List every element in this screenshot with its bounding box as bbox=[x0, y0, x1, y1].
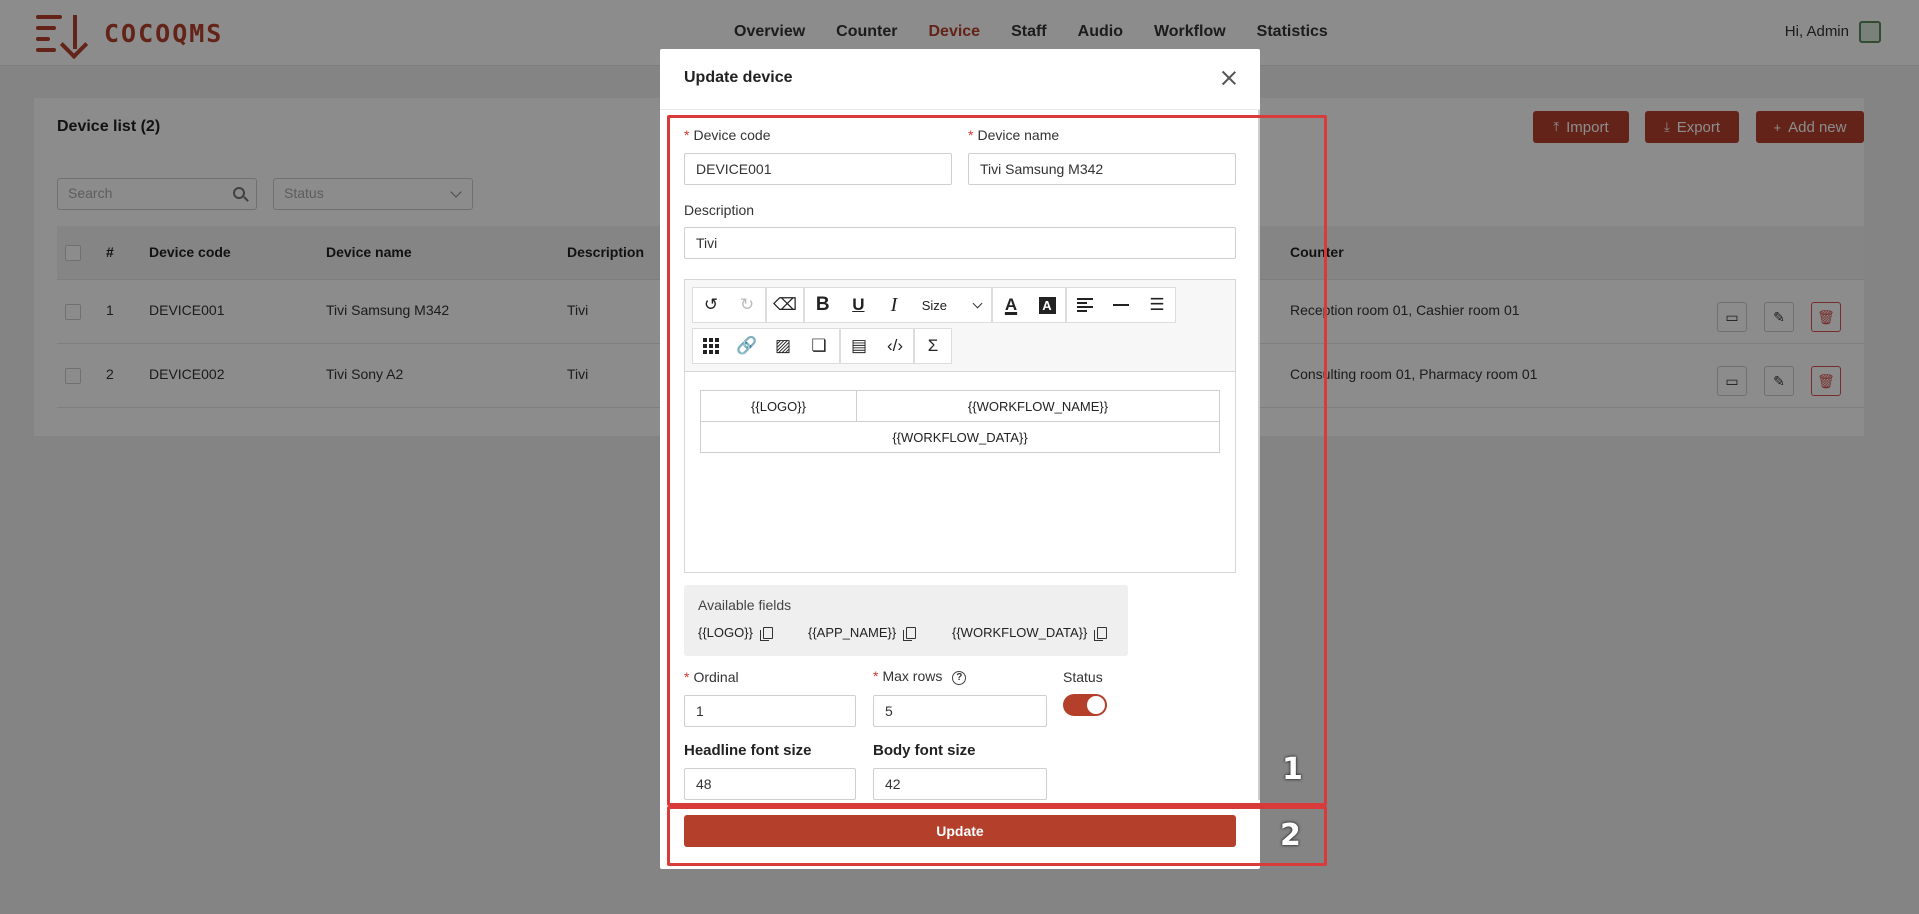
annotation-box-2 bbox=[667, 806, 1327, 866]
annotation-label-2: 2 bbox=[1280, 818, 1301, 853]
modal-header: Update device bbox=[660, 49, 1260, 110]
annotation-box-1 bbox=[667, 115, 1327, 806]
modal-title: Update device bbox=[684, 69, 793, 86]
close-icon[interactable] bbox=[1218, 67, 1240, 89]
annotation-label-1: 1 bbox=[1282, 752, 1303, 787]
